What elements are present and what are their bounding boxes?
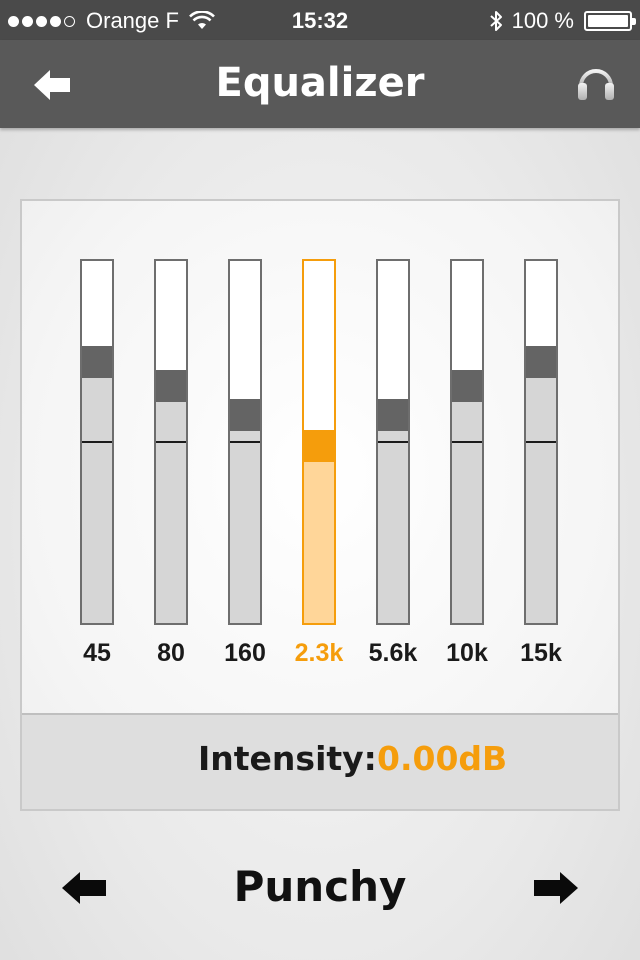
eq-band-knob[interactable] <box>526 346 556 379</box>
eq-band-fill <box>378 414 408 623</box>
next-preset-button[interactable] <box>532 868 580 908</box>
status-right: 100 % <box>488 8 636 34</box>
eq-band-label: 80 <box>157 639 185 667</box>
zero-db-line <box>82 441 112 443</box>
back-button[interactable] <box>30 67 74 103</box>
next-arrow-icon <box>534 872 578 904</box>
eq-band-slider-15k[interactable] <box>524 259 558 625</box>
battery-percent: 100 % <box>511 8 574 33</box>
eq-band-fill <box>452 385 482 623</box>
eq-band-fill <box>156 385 186 623</box>
eq-band-knob[interactable] <box>230 398 260 431</box>
eq-band-knob[interactable] <box>156 369 186 402</box>
eq-band-slider-160[interactable] <box>228 259 262 625</box>
page-title: Equalizer <box>215 60 425 106</box>
zero-db-line <box>526 441 556 443</box>
eq-band-label: 10k <box>446 639 488 667</box>
eq-band-knob[interactable] <box>452 369 482 402</box>
back-arrow-icon <box>34 70 70 100</box>
battery-icon <box>584 11 636 31</box>
eq-band-fill <box>82 362 112 623</box>
eq-band-knob[interactable] <box>82 346 112 379</box>
eq-band-slider-10k[interactable] <box>450 259 484 625</box>
eq-band-fill <box>304 445 334 623</box>
headphones-button[interactable] <box>576 60 616 104</box>
eq-band-slider-2.3k[interactable] <box>302 259 336 625</box>
eq-band-label: 5.6k <box>368 639 418 667</box>
status-bar: Orange F 15:32 100 % <box>0 0 640 40</box>
zero-db-line <box>156 441 186 443</box>
zero-db-line <box>230 441 260 443</box>
eq-band-label: 15k <box>520 639 562 667</box>
eq-band-slider-45[interactable] <box>80 259 114 625</box>
intensity-value: 0.00dB <box>377 739 508 778</box>
eq-band-slider-80[interactable] <box>154 259 188 625</box>
eq-band-knob[interactable] <box>378 398 408 431</box>
eq-band-label: 45 <box>83 639 111 667</box>
eq-band-fill <box>526 362 556 623</box>
zero-db-line <box>378 441 408 443</box>
eq-band-label: 2.3k <box>294 639 344 667</box>
eq-band-slider-5.6k[interactable] <box>376 259 410 625</box>
eq-band-fill <box>230 414 260 623</box>
eq-band-knob[interactable] <box>304 429 334 462</box>
battery-fill <box>588 15 628 27</box>
battery-tip <box>632 18 636 25</box>
bluetooth-icon <box>489 11 502 31</box>
zero-db-line <box>452 441 482 443</box>
headphones-icon <box>578 69 614 100</box>
eq-band-label: 160 <box>224 639 266 667</box>
equalizer-panel: 45 80 160 2.3k 5.6k 10k 15k Intensity: 0.00dB <box>20 199 620 811</box>
nav-bar: Equalizer <box>0 40 640 128</box>
intensity-label: Intensity: <box>198 739 377 778</box>
intensity-box: Intensity: 0.00dB <box>22 713 618 809</box>
